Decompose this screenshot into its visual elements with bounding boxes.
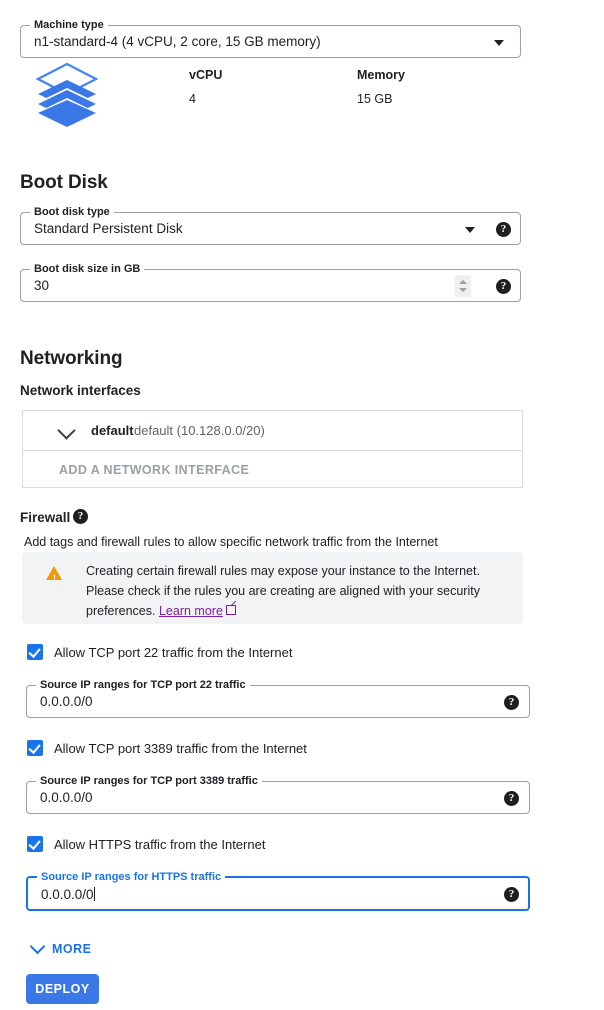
learn-more-link[interactable]: Learn more [159, 604, 223, 618]
stepper-down-icon[interactable] [459, 288, 467, 292]
boot-disk-heading: Boot Disk [20, 172, 108, 193]
firewall-description: Add tags and firewall rules to allow spe… [24, 535, 438, 549]
firewall-warning-line-3: preferences. Learn more [86, 601, 236, 621]
firewall-heading: Firewall [20, 510, 71, 525]
boot-disk-type-value: Standard Persistent Disk [34, 221, 183, 236]
source-ip-tcp-22-label: Source IP ranges for TCP port 22 traffic [36, 679, 250, 691]
spec-label-vcpu: vCPU [189, 68, 223, 82]
firewall-warning-panel: ! Creating certain firewall rules may ex… [22, 552, 523, 624]
layers-stack-icon [36, 62, 98, 127]
boot-disk-type-field[interactable]: Boot disk type Standard Persistent Disk … [20, 206, 521, 245]
help-icon[interactable]: ? [504, 791, 519, 806]
check-icon [28, 741, 41, 754]
chevron-down-icon[interactable] [465, 227, 475, 233]
more-link[interactable]: MORE [52, 941, 92, 957]
checkbox-allow-tcp-22[interactable] [27, 644, 43, 660]
firewall-warning-line-1: Creating certain firewall rules may expo… [86, 564, 480, 578]
checkbox-allow-tcp-3389[interactable] [27, 740, 43, 756]
chevron-down-icon[interactable] [57, 421, 76, 440]
networking-heading: Networking [20, 348, 123, 369]
source-ip-tcp-22-value: 0.0.0.0/0 [40, 694, 93, 709]
help-icon[interactable]: ? [73, 509, 88, 524]
help-icon[interactable]: ? [504, 887, 519, 902]
source-ip-tcp-22-field[interactable]: Source IP ranges for TCP port 22 traffic… [26, 679, 530, 718]
help-icon[interactable]: ? [504, 695, 519, 710]
stepper-up-icon[interactable] [459, 280, 467, 284]
source-ip-https-value-wrap[interactable]: 0.0.0.0/0 [41, 887, 95, 903]
checkbox-label-allow-tcp-3389[interactable]: Allow TCP port 3389 traffic from the Int… [54, 741, 307, 757]
boot-disk-size-label: Boot disk size in GB [30, 263, 145, 275]
checkbox-label-allow-https[interactable]: Allow HTTPS traffic from the Internet [54, 837, 265, 853]
add-network-interface-label[interactable]: ADD A NETWORK INTERFACE [59, 462, 249, 478]
boot-disk-size-field[interactable]: Boot disk size in GB 30 ? [20, 263, 521, 302]
machine-type-field[interactable]: Machine type n1-standard-4 (4 vCPU, 2 co… [20, 19, 521, 58]
source-ip-tcp-3389-value: 0.0.0.0/0 [40, 790, 93, 805]
network-interfaces-card: default default (10.128.0.0/20) ADD A NE… [22, 410, 523, 488]
source-ip-https-field[interactable]: Source IP ranges for HTTPS traffic 0.0.0… [26, 871, 530, 911]
external-link-icon[interactable] [225, 605, 236, 615]
spec-label-memory: Memory [357, 68, 405, 82]
boot-disk-size-value: 30 [34, 278, 50, 293]
firewall-warning-line-3-prefix: preferences. [86, 604, 159, 618]
quantity-stepper[interactable] [455, 275, 471, 297]
source-ip-https-value: 0.0.0.0/0 [41, 887, 94, 902]
check-icon [28, 645, 41, 658]
warning-exclamation: ! [53, 573, 56, 583]
checkbox-allow-https[interactable] [27, 836, 43, 852]
boot-disk-type-label: Boot disk type [30, 206, 114, 218]
help-icon[interactable]: ? [496, 279, 511, 294]
network-interface-row[interactable]: default default (10.128.0.0/20) [23, 411, 522, 450]
chevron-down-icon[interactable] [494, 40, 504, 46]
spec-value-vcpu: 4 [189, 92, 196, 106]
network-interface-details: default (10.128.0.0/20) [134, 423, 265, 438]
add-network-interface-row[interactable]: ADD A NETWORK INTERFACE [23, 450, 522, 488]
text-caret [93, 887, 95, 901]
deploy-button[interactable]: DEPLOY [26, 974, 99, 1004]
spec-value-memory: 15 GB [357, 92, 393, 106]
source-ip-https-label: Source IP ranges for HTTPS traffic [37, 871, 226, 883]
network-interfaces-label: Network interfaces [20, 383, 141, 398]
firewall-warning-line-2: Please check if the rules you are creati… [86, 584, 480, 598]
help-icon[interactable]: ? [496, 222, 511, 237]
network-interface-name: default [91, 423, 134, 438]
source-ip-tcp-3389-label: Source IP ranges for TCP port 3389 traff… [36, 775, 262, 787]
machine-type-label: Machine type [30, 19, 108, 31]
source-ip-tcp-3389-field[interactable]: Source IP ranges for TCP port 3389 traff… [26, 775, 530, 814]
chevron-down-icon[interactable] [29, 938, 46, 955]
checkbox-label-allow-tcp-22[interactable]: Allow TCP port 22 traffic from the Inter… [54, 645, 292, 661]
machine-type-value: n1-standard-4 (4 vCPU, 2 core, 15 GB mem… [34, 34, 321, 49]
check-icon [28, 837, 41, 850]
